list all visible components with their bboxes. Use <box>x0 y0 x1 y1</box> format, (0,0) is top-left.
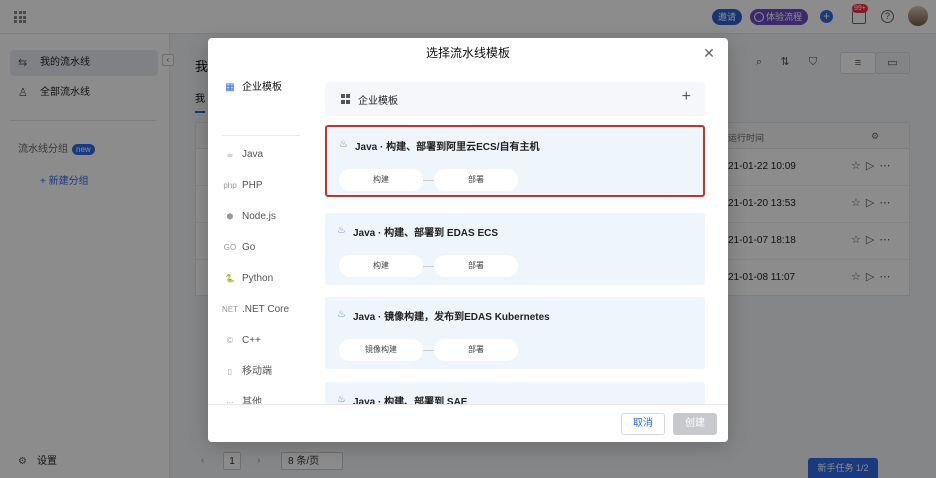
grid-icon <box>341 94 351 104</box>
template-card[interactable]: ♨ Java · 构建、部署到 EDAS ECS 构建 部署 <box>325 213 705 285</box>
add-template-icon[interactable]: + <box>682 89 691 105</box>
stage-connector <box>423 350 434 351</box>
template-list: 企业模板 + ♨ Java · 构建、部署到阿里云ECS/自有主机 构建 部署 … <box>325 82 705 404</box>
category-label: Go <box>242 242 256 253</box>
stage-image-build: 镜像构建 <box>339 339 423 361</box>
php-icon: php <box>223 181 237 190</box>
template-card[interactable]: ♨ Java · 构建、部署到 SAE <box>325 382 705 404</box>
template-card[interactable]: ♨ Java · 镜像构建，发布到EDAS Kubernetes 镜像构建 部署 <box>325 297 705 369</box>
go-icon: GO <box>223 243 237 252</box>
template-title: Java · 镜像构建，发布到EDAS Kubernetes <box>353 312 550 323</box>
nodejs-icon: ⬢ <box>226 212 234 221</box>
java-icon: ☕ <box>226 150 234 159</box>
modal-title: 选择流水线模板 <box>425 46 510 60</box>
grid-icon: ▦ <box>225 82 235 93</box>
java-icon: ♨ <box>337 394 346 404</box>
template-modal: 选择流水线模板 ✕ ▦ 企业模板 ☕ Java php PHP ⬢ Node.j… <box>208 38 728 442</box>
close-icon[interactable]: ✕ <box>702 46 716 60</box>
category-enterprise[interactable]: ▦ 企业模板 <box>222 76 304 100</box>
template-category-list: ▦ 企业模板 ☕ Java php PHP ⬢ Node.js GO Go 🐍 … <box>208 68 308 408</box>
template-title: Java · 构建、部署到 SAE <box>353 397 468 404</box>
stage-connector <box>423 266 434 267</box>
java-icon: ♨ <box>337 309 346 320</box>
category-python[interactable]: 🐍 Python <box>222 267 304 291</box>
category-label: .NET Core <box>242 304 290 315</box>
cancel-button[interactable]: 取消 <box>621 413 665 435</box>
cpp-icon: © <box>227 336 233 345</box>
stage-deploy: 部署 <box>434 339 518 361</box>
category-go[interactable]: GO Go <box>222 236 304 260</box>
category-label: PHP <box>242 180 263 191</box>
template-card[interactable]: ♨ Java · 构建、部署到阿里云ECS/自有主机 构建 部署 <box>325 125 705 197</box>
stage-build: 构建 <box>339 255 423 277</box>
modal-footer: 取消 创建 <box>208 404 728 442</box>
category-php[interactable]: php PHP <box>222 174 304 198</box>
stage-build: 构建 <box>339 169 423 191</box>
enterprise-template-header: 企业模板 + <box>325 82 705 116</box>
category-dotnet[interactable]: NET .NET Core <box>222 298 304 322</box>
dotnet-icon: NET <box>222 305 238 314</box>
python-icon: 🐍 <box>225 274 235 283</box>
category-label: Python <box>242 273 274 284</box>
template-title: Java · 构建、部署到 EDAS ECS <box>353 228 499 239</box>
stage-deploy: 部署 <box>434 255 518 277</box>
category-java[interactable]: ☕ Java <box>222 143 304 167</box>
stage-connector <box>423 180 434 181</box>
template-title: Java · 构建、部署到阿里云ECS/自有主机 <box>355 142 540 153</box>
category-label: C++ <box>242 335 261 346</box>
category-label: 企业模板 <box>242 82 282 93</box>
divider <box>222 135 300 136</box>
category-cpp[interactable]: © C++ <box>222 329 304 353</box>
stage-deploy: 部署 <box>434 169 518 191</box>
mobile-icon: ▯ <box>227 367 233 376</box>
category-label: Node.js <box>242 211 276 222</box>
category-label: 移动端 <box>242 366 272 377</box>
enterprise-template-label: 企业模板 <box>358 96 398 107</box>
create-button[interactable]: 创建 <box>673 413 717 435</box>
category-label: Java <box>242 149 264 160</box>
java-icon: ♨ <box>339 139 348 150</box>
java-icon: ♨ <box>337 225 346 236</box>
category-nodejs[interactable]: ⬢ Node.js <box>222 205 304 229</box>
category-mobile[interactable]: ▯ 移动端 <box>222 360 304 384</box>
